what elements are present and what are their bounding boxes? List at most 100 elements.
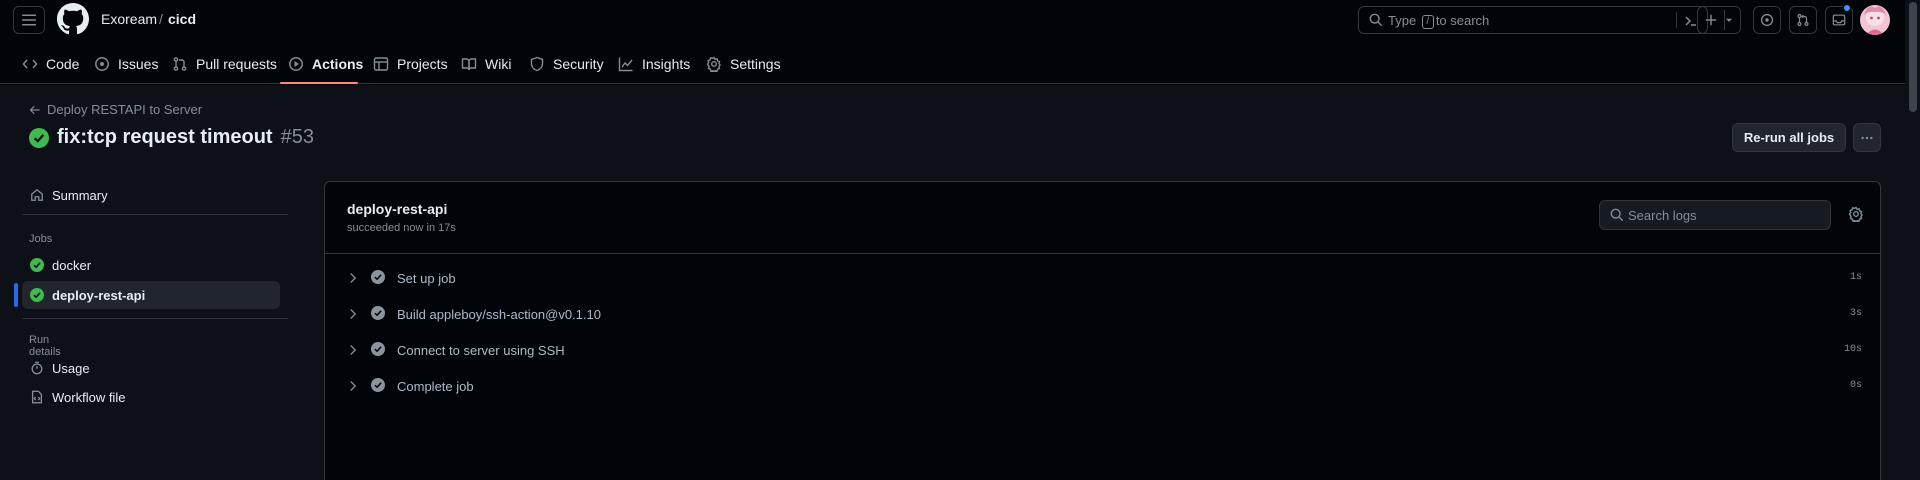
inbox-icon <box>1832 14 1846 26</box>
shield-icon <box>530 56 544 72</box>
tab-code-label: Code <box>46 56 80 72</box>
sidebar-divider <box>22 214 288 215</box>
search-hint-suffix: to search <box>1435 13 1490 28</box>
search-logs-field[interactable] <box>1599 200 1831 230</box>
graph-icon <box>618 57 633 72</box>
check-circle-icon <box>371 342 385 356</box>
step-row[interactable]: Connect to server using SSH 10s <box>325 334 1880 366</box>
job-header: deploy-rest-api succeeded now in 17s <box>325 182 1880 254</box>
tab-pull-requests[interactable]: Pull requests <box>172 44 277 84</box>
main-content: Deploy RESTAPI to Server fix:tcp request… <box>0 85 1920 480</box>
global-search-input[interactable]: Type / to search <box>1358 6 1708 34</box>
step-name: Set up job <box>397 271 456 286</box>
sidebar-workflow-file-label: Workflow file <box>52 389 126 405</box>
tab-insights-label: Insights <box>642 56 691 72</box>
gear-icon <box>706 56 721 72</box>
step-duration: 3s <box>1849 308 1862 319</box>
menu-button[interactable] <box>13 6 45 34</box>
tab-settings[interactable]: Settings <box>706 44 781 84</box>
check-circle-icon <box>30 288 44 302</box>
sidebar-item-usage[interactable]: Usage <box>22 354 280 382</box>
page-scrollbar[interactable] <box>1905 0 1920 480</box>
check-circle-icon <box>29 127 49 148</box>
global-header: Exoream / cicd Type / to search Code Iss… <box>0 0 1920 84</box>
arrow-left-icon <box>29 105 40 114</box>
header-row: Exoream / cicd Type / to search <box>0 0 1920 40</box>
sidebar-job-docker[interactable]: docker <box>22 251 280 279</box>
tab-security-label: Security <box>553 56 604 72</box>
hamburger-icon <box>22 14 36 26</box>
step-row[interactable]: Build appleboy/ssh-action@v0.1.10 3s <box>325 298 1880 330</box>
issues-button[interactable] <box>1753 6 1781 34</box>
step-duration: 10s <box>1843 344 1862 355</box>
code-icon <box>22 59 38 69</box>
pull-request-icon <box>173 57 187 71</box>
notification-dot <box>1843 4 1851 12</box>
run-title-text: fix:tcp request timeout <box>57 126 273 148</box>
kebab-horizontal-icon <box>1861 136 1873 139</box>
active-job-marker <box>14 283 18 307</box>
tab-insights[interactable]: Insights <box>618 44 690 84</box>
rerun-all-jobs-button[interactable]: Re-run all jobs <box>1732 123 1846 152</box>
tab-actions[interactable]: Actions <box>288 44 363 84</box>
sidebar-divider <box>22 318 288 319</box>
tab-projects-label: Projects <box>397 56 448 72</box>
step-duration: 0s <box>1849 380 1862 391</box>
check-circle-icon <box>371 270 385 284</box>
search-icon <box>1610 208 1624 222</box>
tab-issues[interactable]: Issues <box>94 44 158 84</box>
pull-requests-button[interactable] <box>1789 6 1817 34</box>
user-avatar[interactable] <box>1860 5 1890 35</box>
caret-down-icon <box>1725 18 1733 22</box>
search-divider <box>1676 12 1677 28</box>
run-title: fix:tcp request timeout #53 <box>29 126 314 149</box>
tab-projects[interactable]: Projects <box>373 44 448 84</box>
back-link-label: Deploy RESTAPI to Server <box>47 102 203 117</box>
scrollbar-thumb[interactable] <box>1909 2 1917 112</box>
breadcrumb-repo[interactable]: cicd <box>168 11 196 27</box>
gear-icon[interactable] <box>1848 206 1864 222</box>
chevron-right-icon <box>350 273 357 283</box>
more-options-button[interactable] <box>1853 123 1881 152</box>
breadcrumb-separator: / <box>159 11 163 27</box>
back-to-workflow-link[interactable]: Deploy RESTAPI to Server <box>29 102 202 117</box>
step-duration: 1s <box>1849 272 1862 283</box>
avatar-image-icon <box>1860 5 1890 35</box>
tab-pull-requests-label: Pull requests <box>196 56 277 72</box>
step-name: Build appleboy/ssh-action@v0.1.10 <box>397 307 601 322</box>
tab-settings-label: Settings <box>730 56 781 72</box>
tab-issues-label: Issues <box>118 56 159 72</box>
sidebar-summary-label: Summary <box>52 187 108 203</box>
job-name: deploy-rest-api <box>347 201 448 217</box>
sidebar-job-deploy-rest-api[interactable]: deploy-rest-api <box>22 281 280 309</box>
tab-code[interactable]: Code <box>22 44 79 84</box>
search-logs-input[interactable] <box>1628 205 1823 225</box>
tab-security[interactable]: Security <box>529 44 604 84</box>
breadcrumb-owner[interactable]: Exoream <box>101 11 157 27</box>
step-name: Connect to server using SSH <box>397 343 565 358</box>
tab-wiki[interactable]: Wiki <box>461 44 511 84</box>
search-icon <box>1369 13 1383 27</box>
sidebar-job-label: docker <box>52 257 92 273</box>
chevron-right-icon <box>350 381 357 391</box>
file-code-icon <box>31 390 43 404</box>
search-hint: Type / to search <box>1388 13 1489 29</box>
tab-actions-label: Actions <box>312 56 364 72</box>
pull-request-icon <box>1797 14 1809 26</box>
sidebar-jobs-heading: Jobs <box>29 233 53 245</box>
job-status-text: succeeded now in 17s <box>347 222 456 234</box>
github-logo-icon[interactable] <box>57 3 89 35</box>
issue-icon <box>95 57 109 71</box>
active-tab-underline <box>280 82 358 84</box>
sidebar-item-workflow-file[interactable]: Workflow file <box>22 383 280 411</box>
home-icon <box>31 188 43 201</box>
create-new-button[interactable] <box>1697 6 1741 34</box>
chevron-right-icon <box>350 309 357 319</box>
step-row[interactable]: Set up job 1s <box>325 262 1880 294</box>
step-name: Complete job <box>397 379 474 394</box>
check-circle-icon <box>371 378 385 392</box>
chevron-right-icon <box>350 345 357 355</box>
sidebar-job-label: deploy-rest-api <box>52 287 146 303</box>
step-row[interactable]: Complete job 0s <box>325 370 1880 402</box>
sidebar-item-summary[interactable]: Summary <box>22 181 280 209</box>
